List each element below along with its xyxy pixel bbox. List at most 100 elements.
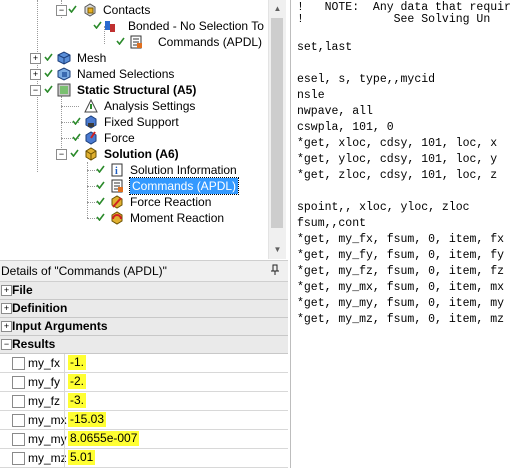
result-value: 8.0655e-007 bbox=[68, 431, 140, 446]
result-checkbox[interactable] bbox=[12, 433, 25, 446]
tree-scrollbar-thumb[interactable] bbox=[271, 18, 283, 228]
editor-line: *get, my_fz, fsum, 0, item, fz bbox=[297, 265, 505, 278]
editor-line: set,last bbox=[297, 41, 353, 54]
named-selections-icon bbox=[56, 66, 72, 82]
result-value: -1. bbox=[68, 355, 87, 370]
svg-text:i: i bbox=[115, 166, 118, 177]
checkmark-icon bbox=[96, 181, 105, 189]
solution-icon bbox=[83, 146, 99, 162]
checkmark-icon bbox=[44, 69, 53, 77]
editor-line: *get, my_mx, fsum, 0, item, mx bbox=[297, 281, 505, 294]
result-row-my-mx: my_mx -15.03 bbox=[0, 411, 288, 430]
scroll-up-arrow-icon[interactable]: ▲ bbox=[272, 3, 283, 14]
result-value: -15.03 bbox=[68, 412, 107, 427]
collapse-icon[interactable]: − bbox=[56, 5, 67, 16]
group-input-arguments[interactable]: + Input Arguments bbox=[0, 318, 288, 336]
tree-item-moment-reaction[interactable]: Moment Reaction bbox=[0, 210, 268, 226]
editor-line: *get, my_fy, fsum, 0, item, fy bbox=[297, 249, 505, 262]
editor-line: *get, xloc, cdsy, 101, loc, x bbox=[297, 137, 498, 150]
result-row-my-my: my_my 8.0655e-007 bbox=[0, 430, 288, 449]
fixed-support-icon bbox=[83, 114, 99, 130]
details-grid: + File + Definition + Input Arguments − … bbox=[0, 282, 288, 468]
tree-item-force-reaction[interactable]: Force Reaction bbox=[0, 194, 268, 210]
checkmark-icon bbox=[72, 117, 81, 125]
group-results[interactable]: − Results bbox=[0, 336, 288, 354]
details-title: Details of "Commands (APDL)" bbox=[1, 264, 167, 278]
result-row-my-fy: my_fy -2. bbox=[0, 373, 288, 392]
mesh-icon bbox=[56, 50, 72, 66]
result-checkbox[interactable] bbox=[12, 376, 25, 389]
tree-item-mesh[interactable]: + Mesh bbox=[0, 50, 268, 66]
force-reaction-icon bbox=[109, 194, 125, 210]
checkmark-icon bbox=[44, 53, 53, 61]
expand-icon[interactable]: + bbox=[1, 285, 12, 296]
result-value: 5.01 bbox=[68, 450, 96, 465]
tree-item-commands-solution[interactable]: Commands (APDL) bbox=[0, 177, 268, 195]
editor-line: ! See Solving Un bbox=[297, 13, 491, 26]
group-definition[interactable]: + Definition bbox=[0, 300, 288, 318]
result-checkbox[interactable] bbox=[12, 452, 25, 465]
outline-tree: − Contacts Bonded - No Selection To No C… bbox=[0, 0, 288, 259]
group-file[interactable]: + File bbox=[0, 282, 288, 300]
editor-line: *get, my_fx, fsum, 0, item, fx bbox=[297, 233, 505, 246]
collapse-icon[interactable]: − bbox=[30, 85, 41, 96]
tree-connector-line bbox=[61, 106, 79, 107]
tree-item-fixed-support[interactable]: Fixed Support bbox=[0, 114, 268, 130]
editor-line: *get, zloc, cdsy, 101, loc, z bbox=[297, 169, 498, 182]
pin-icon[interactable] bbox=[270, 264, 280, 276]
commands-icon bbox=[109, 178, 125, 194]
result-row-my-fx: my_fx -1. bbox=[0, 354, 288, 373]
tree-item-force[interactable]: Force bbox=[0, 130, 268, 146]
editor-line: *get, my_my, fsum, 0, item, my bbox=[297, 297, 505, 310]
tree-item-bonded[interactable]: Bonded - No Selection To No bbox=[0, 18, 283, 34]
static-structural-icon bbox=[56, 82, 72, 98]
expand-icon[interactable]: + bbox=[30, 69, 41, 80]
result-checkbox[interactable] bbox=[12, 357, 25, 370]
tree-item-static-structural[interactable]: − Static Structural (A5) bbox=[0, 82, 268, 98]
result-value: -2. bbox=[68, 374, 87, 389]
result-checkbox[interactable] bbox=[12, 414, 25, 427]
checkmark-icon bbox=[93, 21, 102, 29]
expand-icon[interactable]: + bbox=[1, 303, 12, 314]
contacts-icon bbox=[82, 2, 98, 18]
result-value: -3. bbox=[68, 393, 87, 408]
checkmark-icon bbox=[70, 149, 79, 157]
scroll-down-arrow-icon[interactable]: ▼ bbox=[272, 244, 283, 255]
force-icon bbox=[83, 130, 99, 146]
checkmark-icon bbox=[116, 37, 125, 45]
details-header: Details of "Commands (APDL)" bbox=[0, 260, 288, 282]
checkmark-icon bbox=[72, 133, 81, 141]
tree-item-solution-information[interactable]: i Solution Information bbox=[0, 162, 268, 178]
collapse-icon[interactable]: − bbox=[1, 339, 12, 350]
checkmark-icon bbox=[44, 85, 53, 93]
bonded-contact-icon bbox=[102, 18, 118, 34]
editor-line: *get, my_mz, fsum, 0, item, mz bbox=[297, 313, 505, 326]
apdl-command-editor[interactable]: ! NOTE: Any data that requir ! See Solvi… bbox=[290, 0, 512, 468]
moment-reaction-icon bbox=[109, 210, 125, 226]
result-row-my-mz: my_mz 5.01 bbox=[0, 449, 288, 468]
editor-line: nsle bbox=[297, 89, 325, 102]
commands-icon bbox=[128, 34, 144, 50]
expand-icon[interactable]: + bbox=[30, 53, 41, 64]
editor-line: cswpla, 101, 0 bbox=[297, 121, 394, 134]
tree-item-named-selections[interactable]: + Named Selections bbox=[0, 66, 268, 82]
editor-line: fsum,,cont bbox=[297, 217, 367, 230]
tree-item-solution[interactable]: − Solution (A6) bbox=[0, 146, 268, 162]
editor-line: *get, yloc, cdsy, 101, loc, y bbox=[297, 153, 498, 166]
solution-information-icon: i bbox=[109, 162, 125, 178]
result-checkbox[interactable] bbox=[12, 395, 25, 408]
result-row-my-fz: my_fz -3. bbox=[0, 392, 288, 411]
tree-scrollbar[interactable]: ▲ ▼ bbox=[268, 0, 286, 259]
expand-icon[interactable]: + bbox=[1, 321, 12, 332]
tree-item-commands-contact[interactable]: Commands (APDL) bbox=[0, 34, 268, 50]
checkmark-icon bbox=[68, 5, 77, 13]
checkmark-icon bbox=[96, 165, 105, 173]
editor-line: nwpave, all bbox=[297, 105, 373, 118]
checkmark-icon bbox=[96, 213, 105, 221]
tree-item-contacts[interactable]: − Contacts bbox=[0, 2, 268, 18]
analysis-settings-icon bbox=[83, 98, 99, 114]
editor-line: spoint,, xloc, yloc, zloc bbox=[297, 201, 470, 214]
tree-item-analysis-settings[interactable]: Analysis Settings bbox=[0, 98, 268, 114]
editor-line: esel, s, type,,mycid bbox=[297, 73, 436, 86]
collapse-icon[interactable]: − bbox=[56, 149, 67, 160]
